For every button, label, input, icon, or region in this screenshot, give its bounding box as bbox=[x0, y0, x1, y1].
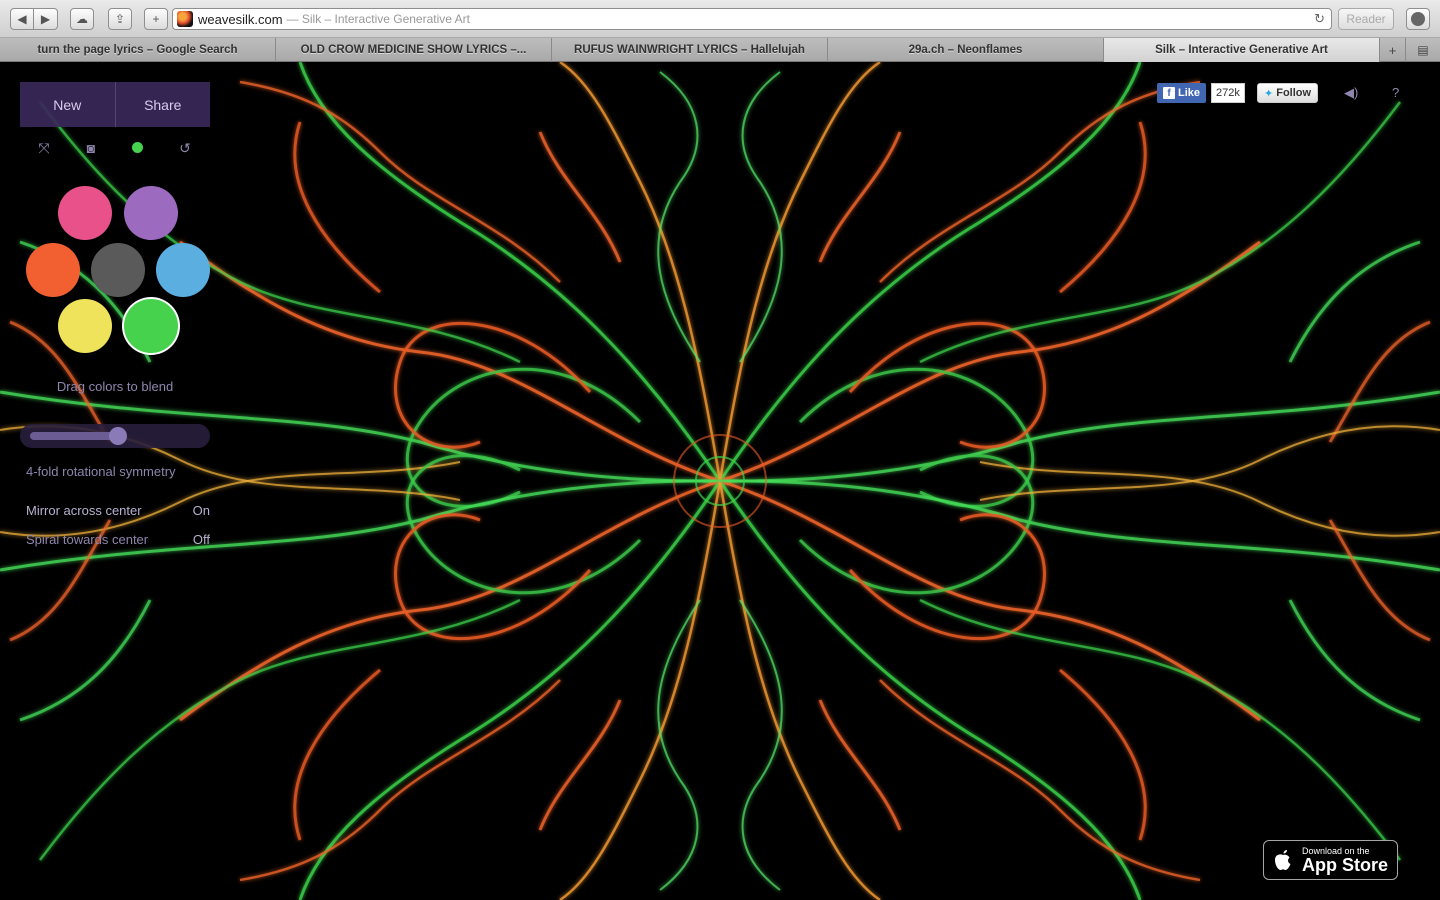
tab-neonflames[interactable]: 29a.ch – Neonflames bbox=[828, 38, 1104, 62]
downloads-icon[interactable] bbox=[1406, 8, 1430, 30]
undo-icon[interactable]: ↺ bbox=[176, 139, 194, 157]
new-button[interactable]: New bbox=[20, 82, 116, 127]
tab-silk[interactable]: Silk – Interactive Generative Art bbox=[1104, 38, 1380, 62]
like-label: Like bbox=[1178, 87, 1201, 99]
symmetry-slider-knob[interactable] bbox=[109, 427, 127, 445]
help-button[interactable]: ? bbox=[1392, 85, 1399, 100]
twitter-bird-icon: ✦ bbox=[1264, 87, 1274, 100]
silk-canvas[interactable] bbox=[0, 62, 1440, 900]
color-swatch-orange[interactable] bbox=[26, 243, 80, 297]
reader-button[interactable]: Reader bbox=[1338, 8, 1394, 30]
address-page-title: — Silk – Interactive Generative Art bbox=[286, 12, 470, 26]
color-swatch-purple[interactable] bbox=[124, 186, 178, 240]
drag-colors-hint: Drag colors to blend bbox=[56, 379, 174, 394]
fullscreen-icon[interactable]: ⤧ bbox=[35, 139, 53, 157]
spiral-value[interactable]: Off bbox=[193, 532, 210, 547]
color-swatch-yellow[interactable] bbox=[58, 299, 112, 353]
forward-button[interactable]: ▶ bbox=[34, 8, 58, 30]
facebook-like-button[interactable]: f Like bbox=[1157, 83, 1207, 103]
share-group: ⇪ bbox=[108, 8, 132, 30]
mirror-value[interactable]: On bbox=[193, 503, 210, 518]
tab-google-search[interactable]: turn the page lyrics – Google Search bbox=[0, 38, 276, 62]
silk-artwork bbox=[0, 62, 1440, 900]
spiral-label: Spiral towards center bbox=[26, 532, 149, 547]
color-swatch-blue[interactable] bbox=[156, 243, 210, 297]
color-swatch-green[interactable] bbox=[124, 299, 178, 353]
back-button[interactable]: ◀ bbox=[10, 8, 34, 30]
share-icon[interactable]: ⇪ bbox=[108, 8, 132, 30]
color-swatch-gray[interactable] bbox=[91, 243, 145, 297]
twitter-follow-widget: ✦ Follow bbox=[1257, 83, 1319, 103]
mirror-label: Mirror across center bbox=[26, 503, 142, 518]
app-store-badge[interactable]: Download on the App Store bbox=[1263, 840, 1398, 880]
browser-toolbar: ◀ ▶ ☁ ⇪ + weavesilk.com — Silk – Interac… bbox=[0, 0, 1440, 38]
facebook-like-widget: f Like 272k bbox=[1157, 83, 1245, 103]
reload-icon[interactable]: ↻ bbox=[1314, 11, 1325, 27]
tab-rufus[interactable]: RUFUS WAINWRIGHT LYRICS – Hallelujah bbox=[552, 38, 828, 62]
app-store-text: Download on the App Store bbox=[1302, 846, 1389, 875]
symmetry-slider-fill bbox=[30, 432, 119, 440]
current-color-indicator bbox=[132, 142, 143, 153]
site-favicon-icon bbox=[177, 11, 193, 27]
color-swatch-pink[interactable] bbox=[58, 186, 112, 240]
twitter-follow-button[interactable]: ✦ Follow bbox=[1257, 83, 1319, 103]
mirror-option[interactable]: Mirror across center On bbox=[26, 503, 210, 518]
spiral-option[interactable]: Spiral towards center Off bbox=[26, 532, 210, 547]
address-domain: weavesilk.com bbox=[198, 11, 283, 27]
tab-old-crow[interactable]: OLD CROW MEDICINE SHOW LYRICS –... bbox=[276, 38, 552, 62]
apple-logo-icon bbox=[1275, 850, 1291, 870]
tab-bar: turn the page lyrics – Google Search OLD… bbox=[0, 38, 1440, 62]
camera-icon[interactable]: ◙ bbox=[82, 139, 100, 157]
address-bar[interactable]: weavesilk.com — Silk – Interactive Gener… bbox=[172, 8, 1332, 30]
tab-overview-icon[interactable]: ▤ bbox=[1406, 38, 1440, 62]
nav-buttons: ◀ ▶ bbox=[10, 8, 58, 30]
add-bookmark-button[interactable]: + bbox=[144, 8, 168, 30]
icloud-tabs-group: ☁ bbox=[70, 8, 94, 30]
add-bookmark-group: + bbox=[144, 8, 168, 30]
facebook-icon: f bbox=[1163, 87, 1175, 99]
share-button[interactable]: Share bbox=[115, 82, 210, 127]
like-count: 272k bbox=[1211, 83, 1245, 103]
follow-label: Follow bbox=[1276, 87, 1312, 99]
new-tab-button[interactable]: + bbox=[1380, 38, 1406, 62]
new-share-group: New Share bbox=[20, 82, 210, 127]
sound-icon[interactable]: ◀) bbox=[1344, 85, 1358, 101]
cloud-icon[interactable]: ☁ bbox=[70, 8, 94, 30]
symmetry-label: 4-fold rotational symmetry bbox=[26, 464, 176, 479]
app-store-big-text: App Store bbox=[1302, 854, 1389, 875]
